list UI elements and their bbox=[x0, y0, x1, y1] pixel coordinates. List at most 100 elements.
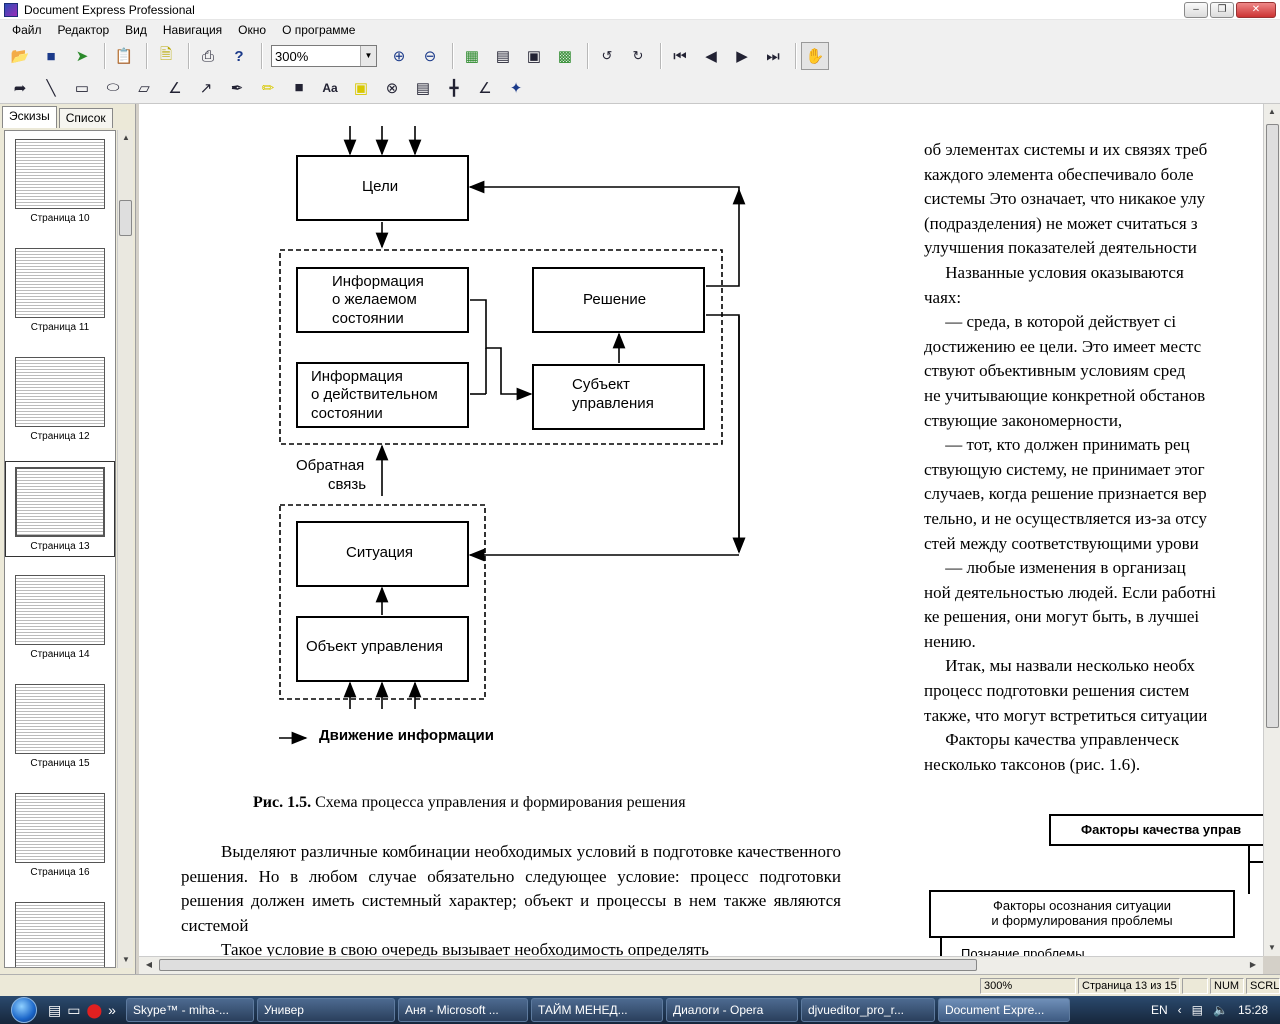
scroll-left-icon[interactable]: ◀ bbox=[141, 957, 157, 973]
crosshair-icon[interactable]: ╋ bbox=[440, 74, 468, 102]
line-icon[interactable]: ╲ bbox=[37, 74, 65, 102]
first-page-icon[interactable]: ⏮ bbox=[666, 42, 694, 70]
task-opera[interactable]: Диалоги - Opera bbox=[665, 998, 798, 1022]
polyline-icon[interactable]: ∠ bbox=[161, 74, 189, 102]
page-view-icon[interactable]: ▩ bbox=[551, 42, 579, 70]
document-vertical-scrollbar[interactable]: ▲ ▼ bbox=[1263, 104, 1280, 956]
next-page-icon[interactable]: ▶ bbox=[728, 42, 756, 70]
start-button[interactable] bbox=[0, 996, 48, 1024]
tab-sketches[interactable]: Эскизы bbox=[2, 106, 57, 128]
help-icon[interactable]: ? bbox=[225, 42, 253, 70]
menu-navigation[interactable]: Навигация bbox=[155, 23, 230, 37]
box-partial-label: Познание проблемы bbox=[961, 946, 1085, 956]
rotate-left-icon[interactable]: ↺ bbox=[593, 42, 621, 70]
scroll-up-icon[interactable]: ▲ bbox=[1264, 104, 1280, 120]
ruler-icon[interactable]: ▤ bbox=[409, 74, 437, 102]
language-indicator[interactable]: EN bbox=[1151, 1003, 1168, 1017]
connector-line-2 bbox=[940, 938, 942, 956]
fit-page-icon[interactable]: ▦ bbox=[458, 42, 486, 70]
task-djvueditor[interactable]: djvueditor_pro_r... bbox=[800, 998, 935, 1022]
scroll-up-icon[interactable]: ▲ bbox=[118, 130, 134, 146]
pointer-icon[interactable]: ➦ bbox=[6, 74, 34, 102]
task-word-anya[interactable]: Аня - Microsoft ... bbox=[397, 998, 528, 1022]
magic-icon[interactable]: ✦ bbox=[502, 74, 530, 102]
scroll-down-icon[interactable]: ▼ bbox=[118, 952, 134, 968]
opera-quicklaunch-icon[interactable]: ⬤ bbox=[86, 1002, 102, 1019]
label-situation: Ситуация bbox=[346, 544, 414, 561]
thumbnail-page-12[interactable]: Страница 12 bbox=[5, 357, 115, 442]
label-info-desired-2: о желаемом bbox=[332, 291, 417, 308]
save-icon[interactable]: ■ bbox=[37, 42, 65, 70]
window-title: Document Express Professional bbox=[24, 2, 195, 17]
thumbnail-page-16[interactable]: Страница 16 bbox=[5, 793, 115, 878]
taskbar: ▤ ▭ ⬤ » Skype™ - miha-... Универ Аня - M… bbox=[0, 996, 1280, 1024]
polygon-icon[interactable]: ▱ bbox=[130, 74, 158, 102]
tray-expand-icon[interactable]: ‹ bbox=[1178, 1003, 1182, 1017]
task-univer[interactable]: Универ bbox=[256, 998, 395, 1022]
volume-icon[interactable]: 🔈 bbox=[1213, 1003, 1228, 1017]
chevron-down-icon[interactable]: ▼ bbox=[360, 46, 376, 66]
clock[interactable]: 15:28 bbox=[1238, 1003, 1268, 1017]
network-icon[interactable]: ▤ bbox=[1192, 1003, 1203, 1017]
vertical-scrollbar-thumb[interactable] bbox=[1266, 124, 1279, 728]
label-info-actual-1: Информация bbox=[311, 368, 403, 385]
task-word-time[interactable]: ТАЙМ МЕНЕД... bbox=[530, 998, 663, 1022]
print-icon[interactable]: ⎙ bbox=[194, 42, 222, 70]
tab-list[interactable]: Список bbox=[58, 108, 113, 128]
ellipse-icon[interactable]: ⬭ bbox=[99, 74, 127, 102]
document-icon[interactable]: 🗎 bbox=[152, 42, 180, 70]
open-icon[interactable]: 📂 bbox=[6, 42, 34, 70]
menu-window[interactable]: Окно bbox=[230, 23, 274, 37]
menu-file[interactable]: Файл bbox=[4, 23, 50, 37]
task-skype[interactable]: Skype™ - miha-... bbox=[125, 998, 254, 1022]
close-button[interactable]: ✕ bbox=[1236, 2, 1276, 18]
zoom-out-icon[interactable]: ⊖ bbox=[416, 42, 444, 70]
fit-width-icon[interactable]: ▤ bbox=[489, 42, 517, 70]
paste-icon[interactable]: 📋 bbox=[110, 42, 138, 70]
zoom-value: 300% bbox=[275, 48, 309, 64]
actual-size-icon[interactable]: ▣ bbox=[520, 42, 548, 70]
show-desktop-icon[interactable]: ▤ bbox=[48, 1002, 61, 1019]
right-column-text: об элементах системы и их связях треб ка… bbox=[924, 140, 1216, 774]
scroll-down-icon[interactable]: ▼ bbox=[1264, 940, 1280, 956]
thumbnail-page-14[interactable]: Страница 14 bbox=[5, 575, 115, 660]
thumbnail-page-15[interactable]: Страница 15 bbox=[5, 684, 115, 769]
angle-icon[interactable]: ∠ bbox=[471, 74, 499, 102]
prev-page-icon[interactable]: ◀ bbox=[697, 42, 725, 70]
menu-edit[interactable]: Редактор bbox=[50, 23, 118, 37]
last-page-icon[interactable]: ⏭ bbox=[759, 42, 787, 70]
menu-about[interactable]: О программе bbox=[274, 23, 363, 37]
horizontal-scrollbar-thumb[interactable] bbox=[159, 959, 977, 971]
minimize-button[interactable]: – bbox=[1184, 2, 1208, 18]
pen-icon[interactable]: ✒ bbox=[223, 74, 251, 102]
scrollbar-thumb[interactable] bbox=[119, 200, 132, 236]
thumbnail-page-17[interactable] bbox=[5, 902, 115, 967]
quicklaunch-more-icon[interactable]: » bbox=[108, 1002, 116, 1019]
rotate-right-icon[interactable]: ↻ bbox=[624, 42, 652, 70]
zoom-in-icon[interactable]: ⊕ bbox=[385, 42, 413, 70]
document-horizontal-scrollbar[interactable]: ◀ ▶ bbox=[139, 956, 1263, 974]
rectangle-icon[interactable]: ▭ bbox=[68, 74, 96, 102]
arrow-icon[interactable]: ↗ bbox=[192, 74, 220, 102]
restore-button[interactable]: ❐ bbox=[1210, 2, 1234, 18]
app-icon bbox=[4, 2, 18, 17]
highlighter-icon[interactable]: ✏ bbox=[254, 74, 282, 102]
stamp-icon[interactable]: ⊗ bbox=[378, 74, 406, 102]
thumbnail-page-11[interactable]: Страница 11 bbox=[5, 248, 115, 333]
document-view[interactable]: Цели Информация о желаемом состоянии Инф… bbox=[139, 104, 1263, 956]
zoom-select[interactable]: 300% ▼ bbox=[271, 45, 377, 67]
hand-tool-icon[interactable]: ✋ bbox=[801, 42, 829, 70]
thumbnail-page-13[interactable]: Страница 13 bbox=[5, 461, 115, 557]
switch-windows-icon[interactable]: ▭ bbox=[67, 1002, 80, 1019]
paragraph-1: Выделяют различные комбинации необходимы… bbox=[181, 842, 841, 935]
menu-view[interactable]: Вид bbox=[117, 23, 155, 37]
annotation-toolbar: ➦ ╲ ▭ ⬭ ▱ ∠ ↗ ✒ ✏ ■ Aa ▣ ⊗ ▤ ╋ ∠ ✦ bbox=[0, 72, 1280, 104]
filled-rect-icon[interactable]: ■ bbox=[285, 74, 313, 102]
thumbnail-scrollbar[interactable]: ▲ ▼ bbox=[117, 130, 133, 968]
export-icon[interactable]: ➤ bbox=[68, 42, 96, 70]
note-icon[interactable]: ▣ bbox=[347, 74, 375, 102]
thumbnail-page-10[interactable]: Страница 10 bbox=[5, 139, 115, 224]
text-icon[interactable]: Aa bbox=[316, 74, 344, 102]
scroll-right-icon[interactable]: ▶ bbox=[1245, 957, 1261, 973]
task-document-express[interactable]: Document Expre... bbox=[937, 998, 1070, 1022]
